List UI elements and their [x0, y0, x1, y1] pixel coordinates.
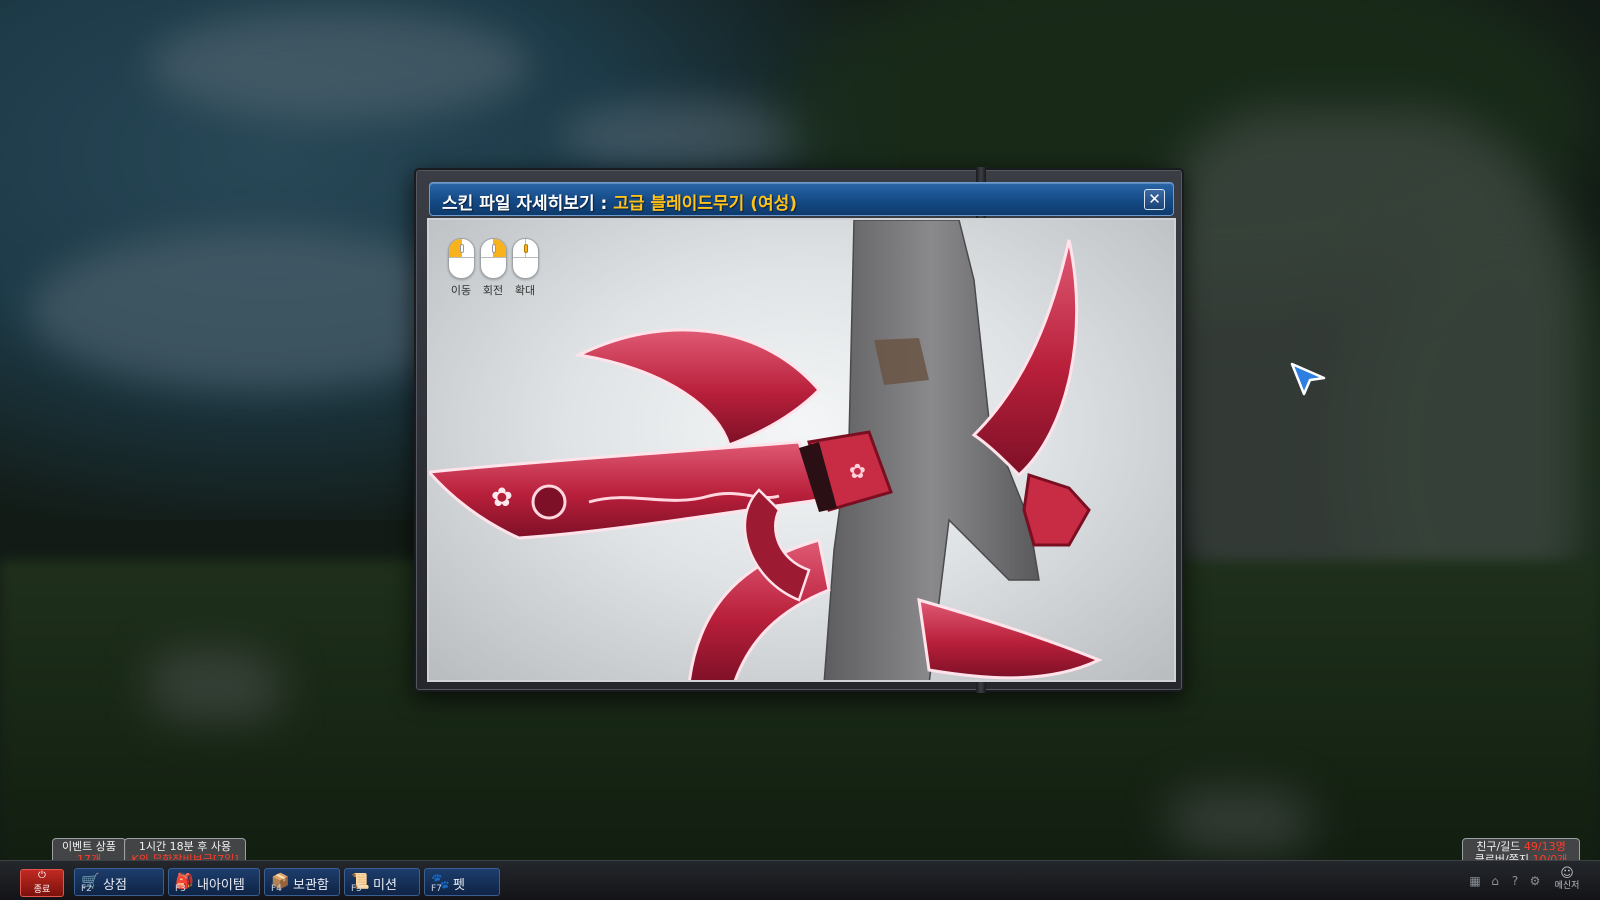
model-viewport[interactable]: ✿ ✿ 이동 회전 확대: [427, 218, 1176, 682]
dialog-title-bar[interactable]: 스킨 파일 자세히보기 : 고급 블레이드무기 (여성) ✕: [429, 182, 1174, 216]
home-icon[interactable]: ⌂: [1488, 874, 1502, 888]
mouse-left-click-icon: [447, 238, 475, 279]
shop-button[interactable]: 🛒 F2 상점: [74, 868, 164, 896]
mouse-hint-label: 확대: [514, 284, 536, 297]
mouse-hint-move: 이동: [447, 238, 475, 298]
mouse-hint-label: 이동: [450, 284, 472, 297]
system-icons: ▦ ⌂ ? ⚙: [1468, 874, 1542, 888]
item-name: 고급 블레이드무기 (여성): [613, 194, 798, 214]
svg-text:✿: ✿: [849, 459, 866, 483]
mouse-hint-rotate: 회전: [479, 238, 507, 298]
close-button[interactable]: ✕: [1144, 189, 1165, 210]
close-icon: ✕: [1148, 190, 1161, 208]
exit-button[interactable]: ⏻ 종료: [20, 869, 64, 897]
blade-weapon-model: ✿ ✿: [429, 220, 1103, 680]
my-items-button[interactable]: 🎒 F3 내아이템: [168, 868, 260, 896]
power-icon: ⏻: [38, 870, 46, 881]
dialog-title-prefix: 스킨 파일 자세히보기 :: [442, 194, 608, 214]
help-icon[interactable]: ?: [1508, 874, 1522, 888]
mouse-hint-label: 회전: [482, 284, 504, 297]
svg-text:✿: ✿: [491, 483, 513, 513]
gear-icon[interactable]: ⚙: [1528, 874, 1542, 888]
grid-icon[interactable]: ▦: [1468, 874, 1482, 888]
messenger-button[interactable]: ☺ 메신저: [1550, 866, 1584, 896]
mouse-controls-hint: 이동 회전 확대: [447, 238, 539, 298]
bottom-menu-bar: ⏻ 종료 🛒 F2 상점 🎒 F3 내아이템 📦 F4 보관함 📜 F5 미션 …: [0, 860, 1600, 900]
dialog-title: 스킨 파일 자세히보기 : 고급 블레이드무기 (여성): [442, 189, 797, 214]
pet-button[interactable]: 🐾 F7 펫: [424, 868, 500, 896]
storage-button[interactable]: 📦 F4 보관함: [264, 868, 340, 896]
skin-preview-dialog: 스킨 파일 자세히보기 : 고급 블레이드무기 (여성) ✕ ✿ ✿ 이동 회전…: [414, 167, 1184, 693]
mission-button[interactable]: 📜 F5 미션: [344, 868, 420, 896]
mouse-hint-zoom: 확대: [511, 238, 539, 298]
mouse-wheel-icon: [511, 238, 539, 279]
messenger-icon: ☺: [1560, 866, 1574, 881]
mouse-right-click-icon: [479, 238, 507, 279]
pointer-cursor-icon: [1290, 362, 1326, 396]
